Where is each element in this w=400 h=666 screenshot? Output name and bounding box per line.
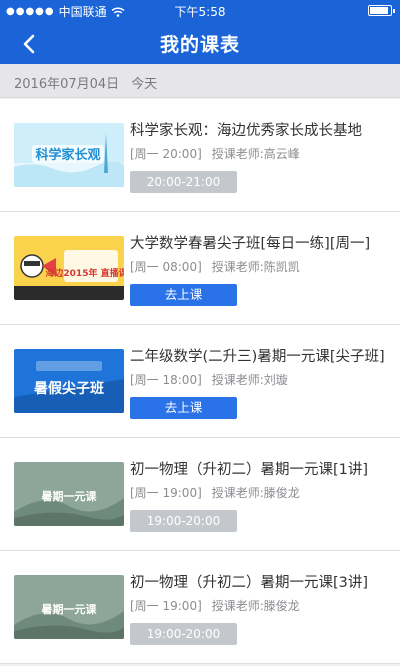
course-meta: [周一 20:00] 授课老师:高云峰 <box>130 146 392 162</box>
course-item[interactable]: 暑假尖子班 二年级数学(二升三)暑期一元课[尖子班] [周一 18:00] 授课老… <box>0 325 400 438</box>
date-label: 2016年07月04日 今天 <box>14 73 157 92</box>
nav-bar: 我的课表 <box>0 20 400 64</box>
thumb-caption: 海边2015年 直播课程 <box>45 267 124 279</box>
battery-icon <box>368 5 395 16</box>
page-title: 我的课表 <box>159 34 240 56</box>
back-arrow-icon[interactable] <box>18 32 42 56</box>
course-list: 科学家长观 科学家长观：海边优秀家长成长基地 [周一 20:00] 授课老师:高云… <box>0 99 400 664</box>
course-teacher: 授课老师:陈凯凯 <box>211 260 300 274</box>
live-course-thumbnail-icon: 海边2015年 直播课程 <box>14 236 124 300</box>
time-badge: 19:00-20:00 <box>130 510 237 532</box>
course-meta: [周一 08:00] 授课老师:陈凯凯 <box>130 259 392 275</box>
time-badge: 20:00-21:00 <box>130 171 237 193</box>
go-to-class-button[interactable]: 去上课 <box>130 284 237 306</box>
time-badge: 19:00-20:00 <box>130 623 237 645</box>
thumb-caption: 暑期一元课 <box>42 489 98 503</box>
course-meta: [周一 19:00] 授课老师:滕俊龙 <box>130 598 392 614</box>
thumb-caption: 暑期一元课 <box>42 602 98 616</box>
course-info: 初一物理（升初二）暑期一元课[3讲] [周一 19:00] 授课老师:滕俊龙 19… <box>130 573 392 645</box>
course-time: [周一 18:00] <box>130 373 202 387</box>
go-to-class-button[interactable]: 去上课 <box>130 397 237 419</box>
course-teacher: 授课老师:滕俊龙 <box>211 599 300 613</box>
thumb-caption: 科学家长观 <box>35 147 100 163</box>
course-title: 初一物理（升初二）暑期一元课[3讲] <box>130 575 369 591</box>
course-title: 初一物理（升初二）暑期一元课[1讲] <box>130 462 369 478</box>
course-teacher: 授课老师:高云峰 <box>211 147 300 161</box>
course-meta: [周一 19:00] 授课老师:滕俊龙 <box>130 485 392 501</box>
course-item[interactable]: 科学家长观 科学家长观：海边优秀家长成长基地 [周一 20:00] 授课老师:高云… <box>0 99 400 212</box>
summer-class-thumbnail-icon: 暑假尖子班 <box>14 349 124 413</box>
science-parent-thumbnail-icon: 科学家长观 <box>14 123 124 187</box>
course-time: [周一 19:00] <box>130 486 202 500</box>
course-title: 二年级数学(二升三)暑期一元课[尖子班] <box>130 349 385 365</box>
top-bar: ●●●●● 中国联通 下午5:58 我的课表 <box>0 0 400 64</box>
course-teacher: 授课老师:滕俊龙 <box>211 486 300 500</box>
course-item[interactable]: 暑期一元课 初一物理（升初二）暑期一元课[1讲] [周一 19:00] 授课老师:… <box>0 438 400 551</box>
course-title: 大学数学春暑尖子班[每日一练][周一] <box>130 236 371 252</box>
physics-thumbnail-icon: 暑期一元课 <box>14 575 124 639</box>
course-info: 二年级数学(二升三)暑期一元课[尖子班] [周一 18:00] 授课老师:刘璇 去… <box>130 347 392 419</box>
physics-thumbnail-icon: 暑期一元课 <box>14 462 124 526</box>
course-time: [周一 08:00] <box>130 260 202 274</box>
date-value: 2016年07月04日 <box>14 77 120 92</box>
course-item[interactable]: 海边2015年 直播课程 大学数学春暑尖子班[每日一练][周一] [周一 08:… <box>0 212 400 325</box>
course-info: 初一物理（升初二）暑期一元课[1讲] [周一 19:00] 授课老师:滕俊龙 19… <box>130 460 392 532</box>
date-header: 2016年07月04日 今天 <box>0 64 400 98</box>
status-time: 下午5:58 <box>174 5 226 19</box>
course-meta: [周一 18:00] 授课老师:刘璇 <box>130 372 392 388</box>
course-item[interactable]: 暑期一元课 初一物理（升初二）暑期一元课[3讲] [周一 19:00] 授课老师:… <box>0 551 400 664</box>
course-teacher: 授课老师:刘璇 <box>211 373 288 387</box>
course-info: 大学数学春暑尖子班[每日一练][周一] [周一 08:00] 授课老师:陈凯凯 去… <box>130 234 392 306</box>
today-label: 今天 <box>131 77 158 92</box>
course-time: [周一 20:00] <box>130 147 202 161</box>
course-title: 科学家长观：海边优秀家长成长基地 <box>130 123 362 139</box>
thumb-caption: 暑假尖子班 <box>34 380 104 397</box>
course-info: 科学家长观：海边优秀家长成长基地 [周一 20:00] 授课老师:高云峰 20:0… <box>130 121 392 193</box>
status-bar: ●●●●● 中国联通 下午5:58 <box>0 0 400 20</box>
course-time: [周一 19:00] <box>130 599 202 613</box>
